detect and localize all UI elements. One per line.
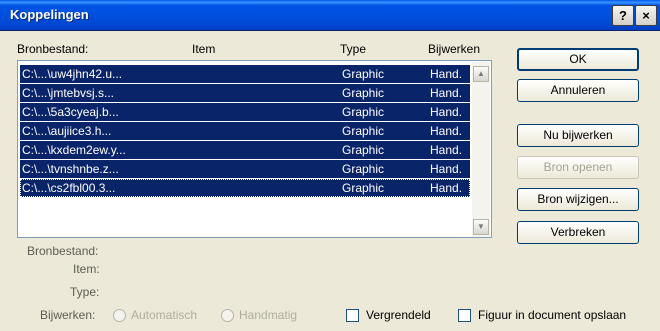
row-type: Graphic <box>342 162 385 176</box>
dialog-title: Koppelingen <box>10 7 89 22</box>
row-update: Hand. <box>430 143 463 157</box>
save-picture-checkbox-label: Figuur in document opslaan <box>478 308 627 322</box>
header-item: Item <box>192 42 216 56</box>
change-source-button[interactable]: Bron wijzigen... <box>517 188 639 211</box>
list-item[interactable]: C:\...\jmtebvsj.s... Graphic Hand. <box>20 84 470 102</box>
row-source: C:\...\kxdem2ew.y... <box>22 143 126 157</box>
break-link-button[interactable]: Verbreken <box>517 221 639 244</box>
update-now-button[interactable]: Nu bijwerken <box>517 124 639 147</box>
automatic-radio-label: Automatisch <box>131 308 198 322</box>
row-update: Hand. <box>430 124 463 138</box>
cancel-button[interactable]: Annuleren <box>517 79 639 102</box>
header-update: Bijwerken <box>428 42 481 56</box>
update-mode-label: Bijwerken: <box>40 308 96 322</box>
row-source: C:\...\aujiice3.h... <box>22 124 112 138</box>
row-update: Hand. <box>430 105 463 119</box>
list-item[interactable]: C:\...\aujiice3.h... Graphic Hand. <box>20 122 470 140</box>
list-item[interactable]: C:\...\uw4jhn42.u... Graphic Hand. <box>20 65 470 83</box>
type-label: Type: <box>70 285 100 299</box>
item-label: Item: <box>73 262 100 276</box>
row-source: C:\...\tvnshnbe.z... <box>22 162 119 176</box>
links-list[interactable]: C:\...\uw4jhn42.u... Graphic Hand. C:\..… <box>17 60 492 238</box>
close-button[interactable]: × <box>635 5 657 26</box>
row-type: Graphic <box>342 124 385 138</box>
list-item[interactable]: C:\...\kxdem2ew.y... Graphic Hand. <box>20 141 470 159</box>
row-type: Graphic <box>342 143 385 157</box>
list-item[interactable]: C:\...\5a3cyeaj.b... Graphic Hand. <box>20 103 470 121</box>
help-button[interactable]: ? <box>612 5 634 26</box>
row-type: Graphic <box>342 67 385 81</box>
row-update: Hand. <box>430 162 463 176</box>
locked-checkbox-label: Vergrendeld <box>366 308 431 322</box>
row-source: C:\...\5a3cyeaj.b... <box>22 105 119 119</box>
list-item[interactable]: C:\...\tvnshnbe.z... Graphic Hand. <box>20 160 470 178</box>
row-type: Graphic <box>342 105 385 119</box>
row-update: Hand. <box>430 86 463 100</box>
automatic-radio[interactable] <box>113 309 126 322</box>
manual-radio[interactable] <box>221 309 234 322</box>
vertical-scrollbar[interactable]: ▲ ▼ <box>472 62 490 237</box>
row-type: Graphic <box>342 86 385 100</box>
scroll-up-icon[interactable]: ▲ <box>473 66 489 82</box>
source-label: Bronbestand: <box>27 244 99 258</box>
list-item[interactable]: C:\...\cs2fbl00.3... Graphic Hand. <box>20 179 470 197</box>
open-source-button[interactable]: Bron openen <box>517 156 639 179</box>
row-source: C:\...\jmtebvsj.s... <box>22 86 115 100</box>
ok-button[interactable]: OK <box>517 48 639 71</box>
row-type: Graphic <box>342 181 385 195</box>
title-bar: Koppelingen ? × <box>0 0 660 31</box>
header-source: Bronbestand: <box>17 42 89 56</box>
list-header: Bronbestand: Item Type Bijwerken <box>0 40 500 60</box>
scroll-down-icon[interactable]: ▼ <box>473 219 489 235</box>
manual-radio-label: Handmatig <box>239 308 298 322</box>
save-picture-checkbox[interactable] <box>458 309 471 322</box>
row-update: Hand. <box>430 67 463 81</box>
row-source: C:\...\uw4jhn42.u... <box>22 67 123 81</box>
row-update: Hand. <box>430 181 463 195</box>
row-source: C:\...\cs2fbl00.3... <box>22 181 116 195</box>
locked-checkbox[interactable] <box>346 309 359 322</box>
header-type: Type <box>340 42 367 56</box>
